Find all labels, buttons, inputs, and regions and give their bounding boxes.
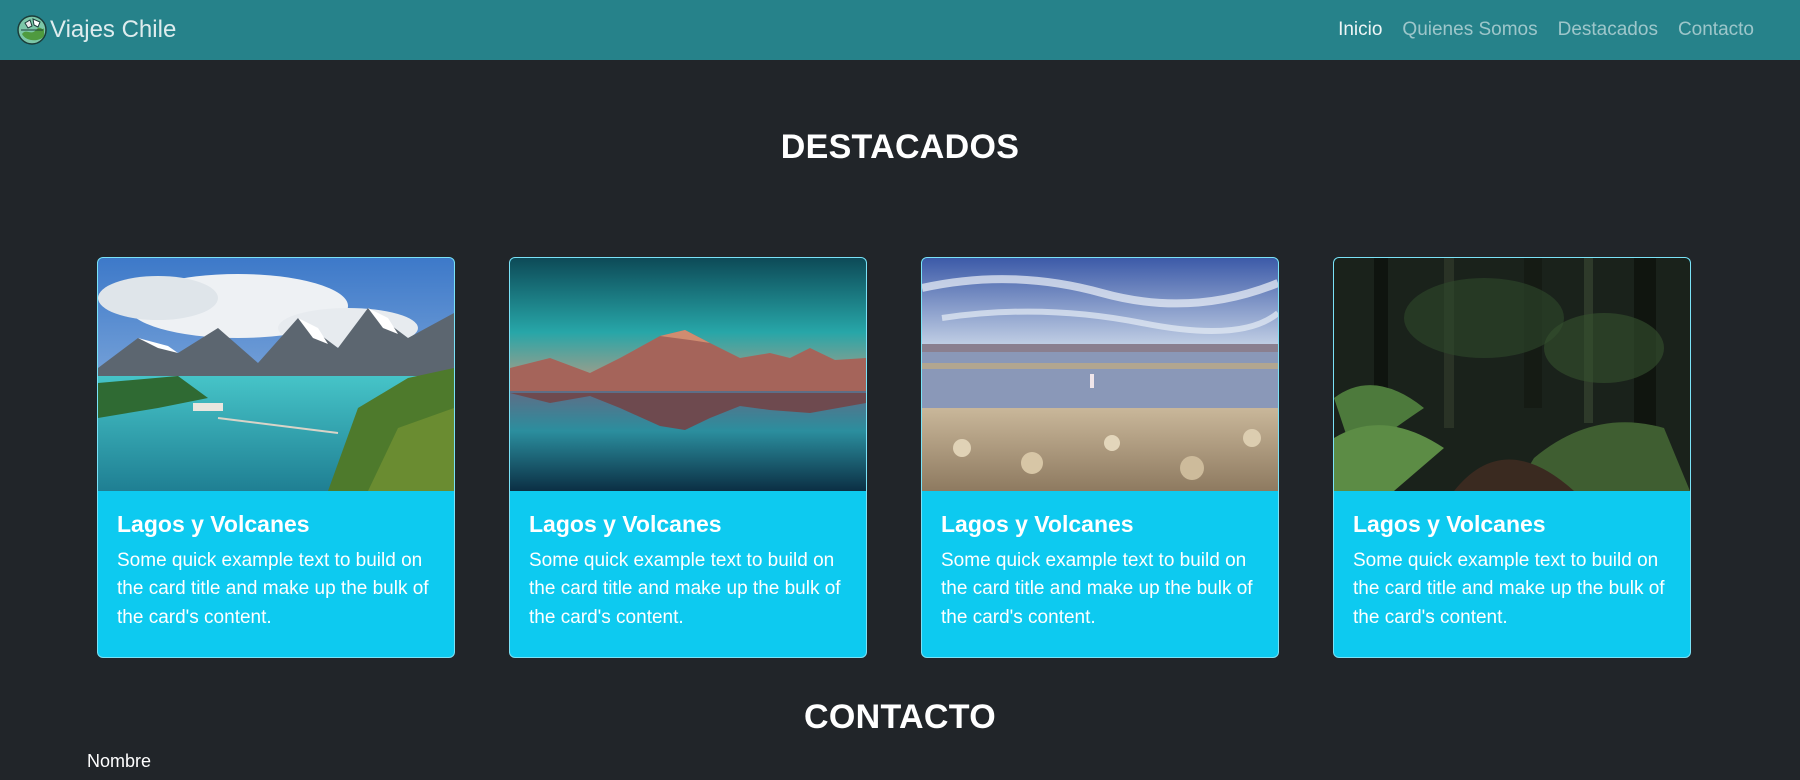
card-text: Some quick example text to build on the …: [529, 549, 841, 628]
nav-link-quienes-somos[interactable]: Quienes Somos: [1402, 19, 1537, 41]
card: Lagos y Volcanes Some quick example text…: [509, 257, 867, 658]
card-title: Lagos y Volcanes: [941, 511, 1134, 537]
navbar: Viajes Chile Inicio Quienes Somos Destac…: [0, 0, 1800, 60]
nav-link-inicio[interactable]: Inicio: [1338, 19, 1382, 41]
nombre-label: Nombre: [87, 751, 152, 771]
nav-links: Inicio Quienes Somos Destacados Contacto: [1338, 19, 1754, 41]
card-text: Some quick example text to build on the …: [941, 549, 1253, 628]
brand-link[interactable]: Viajes Chile: [16, 14, 176, 46]
card: Lagos y Volcanes Some quick example text…: [97, 257, 455, 658]
card-body: Lagos y Volcanes Some quick example text…: [98, 491, 454, 632]
lake-mountains-image: [98, 258, 454, 491]
nav-link-destacados[interactable]: Destacados: [1558, 19, 1658, 41]
card-body: Lagos y Volcanes Some quick example text…: [1334, 491, 1690, 632]
volcano-reflection-image: [510, 258, 866, 491]
card-body: Lagos y Volcanes Some quick example text…: [510, 491, 866, 632]
card-title: Lagos y Volcanes: [1353, 511, 1546, 537]
salt-flat-lagoon-image: [922, 258, 1278, 491]
contacto-title: CONTACTO: [804, 698, 996, 736]
card: Lagos y Volcanes Some quick example text…: [921, 257, 1279, 658]
nav-link-contacto[interactable]: Contacto: [1678, 19, 1754, 41]
card-text: Some quick example text to build on the …: [117, 549, 429, 628]
card: Lagos y Volcanes Some quick example text…: [1333, 257, 1691, 658]
card-body: Lagos y Volcanes Some quick example text…: [922, 491, 1278, 632]
cards-row: Lagos y Volcanes Some quick example text…: [97, 257, 1691, 658]
card-title: Lagos y Volcanes: [529, 511, 722, 537]
card-text: Some quick example text to build on the …: [1353, 549, 1665, 628]
forest-image: [1334, 258, 1690, 491]
globe-logo-icon: [17, 15, 47, 45]
destacados-title: DESTACADOS: [780, 128, 1020, 166]
card-title: Lagos y Volcanes: [117, 511, 310, 537]
brand-name: Viajes Chile: [50, 16, 177, 43]
